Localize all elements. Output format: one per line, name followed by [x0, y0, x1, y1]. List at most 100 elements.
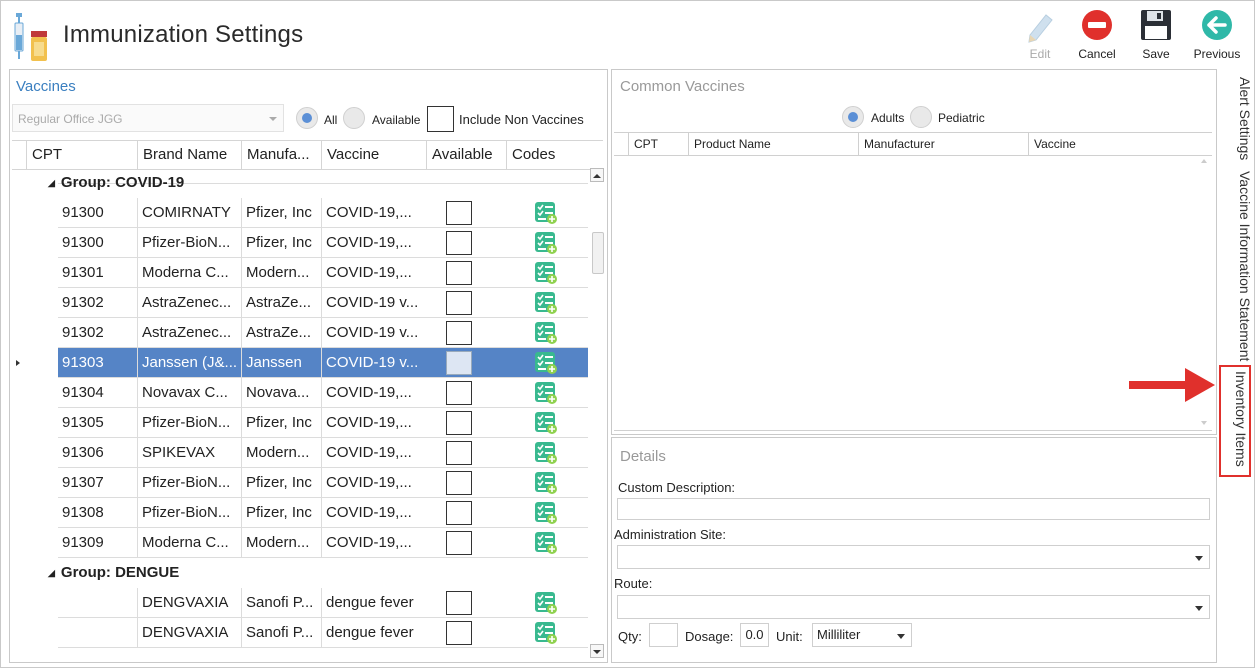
- brand-name-cell: Moderna C...: [137, 258, 241, 287]
- administration-site-label: Administration Site:: [614, 527, 726, 542]
- available-checkbox[interactable]: [446, 231, 472, 255]
- table-row[interactable]: 91302 AstraZenec... AstraZe... COVID-19 v..…: [58, 288, 588, 318]
- checklist-add-icon[interactable]: [534, 441, 558, 465]
- administration-site-select[interactable]: [617, 545, 1210, 569]
- vaccine-cell: COVID-19 v...: [321, 288, 425, 317]
- checklist-add-icon[interactable]: [534, 231, 558, 255]
- table-row[interactable]: 91300 Pfizer-BioN... Pfizer, Inc COVID-19,.…: [58, 228, 588, 258]
- pediatric-radio[interactable]: [910, 106, 932, 128]
- pediatric-label: Pediatric: [938, 111, 985, 125]
- floppy-disk-icon: [1141, 10, 1171, 40]
- available-checkbox[interactable]: [446, 591, 472, 615]
- checklist-add-icon[interactable]: [534, 501, 558, 525]
- table-row[interactable]: DENGVAXIA Sanofi P... dengue fever: [58, 618, 588, 648]
- available-checkbox[interactable]: [446, 381, 472, 405]
- tab-vaccine-information-statement[interactable]: Vaccine Information Statement: [1217, 167, 1253, 363]
- checklist-add-icon[interactable]: [534, 261, 558, 285]
- include-non-vaccines-checkbox[interactable]: [427, 106, 454, 132]
- ccol-manufacturer[interactable]: Manufacturer: [858, 133, 1028, 155]
- previous-button[interactable]: Previous: [1189, 9, 1245, 65]
- office-select[interactable]: Regular Office JGG: [12, 104, 284, 132]
- filter-available-radio[interactable]: [343, 107, 365, 129]
- col-available[interactable]: Available: [426, 141, 506, 169]
- col-codes[interactable]: Codes: [506, 141, 590, 169]
- col-manufacturer[interactable]: Manufa...: [241, 141, 321, 169]
- group-header[interactable]: ◢ Group: DENGUE: [12, 558, 589, 588]
- common-vaccines-panel: Common Vaccines Adults Pediatric CPT Pro…: [611, 69, 1217, 435]
- adults-radio[interactable]: [842, 106, 864, 128]
- checklist-add-icon[interactable]: [534, 531, 558, 555]
- unit-value: Milliliter: [817, 627, 861, 642]
- available-checkbox[interactable]: [446, 291, 472, 315]
- vaccine-cell: COVID-19 v...: [321, 348, 425, 377]
- route-select[interactable]: [617, 595, 1210, 619]
- table-row[interactable]: 91306 SPIKEVAX Modern... COVID-19,...: [58, 438, 588, 468]
- checklist-add-icon[interactable]: [534, 381, 558, 405]
- checklist-add-icon[interactable]: [534, 411, 558, 435]
- scroll-thumb[interactable]: [592, 232, 604, 274]
- tab-inventory-items[interactable]: Inventory Items: [1219, 365, 1251, 477]
- available-checkbox[interactable]: [446, 411, 472, 435]
- available-checkbox[interactable]: [446, 621, 472, 645]
- available-checkbox[interactable]: [446, 471, 472, 495]
- checklist-add-icon[interactable]: [534, 321, 558, 345]
- qty-input[interactable]: [649, 623, 678, 647]
- vaccines-panel: Vaccines Regular Office JGG All Availabl…: [9, 69, 608, 663]
- table-row[interactable]: 91301 Moderna C... Modern... COVID-19,...: [58, 258, 588, 288]
- edit-button[interactable]: Edit: [1012, 9, 1068, 65]
- table-row[interactable]: 91300 COMIRNATY Pfizer, Inc COVID-19,...: [58, 198, 588, 228]
- custom-description-input[interactable]: [617, 498, 1210, 520]
- manufacturer-cell: Sanofi P...: [241, 618, 321, 647]
- table-row[interactable]: DENGVAXIA Sanofi P... dengue fever: [58, 588, 588, 618]
- available-checkbox[interactable]: [446, 441, 472, 465]
- table-row[interactable]: 91304 Novavax C... Novava... COVID-19,...: [58, 378, 588, 408]
- checklist-add-icon[interactable]: [534, 201, 558, 225]
- available-checkbox[interactable]: [446, 351, 472, 375]
- group-header[interactable]: ◢ Group: COVID-19: [12, 168, 589, 198]
- available-checkbox[interactable]: [446, 501, 472, 525]
- scroll-down-arrow[interactable]: [590, 644, 604, 658]
- vaccine-cell: COVID-19,...: [321, 258, 425, 287]
- vaccine-cell: COVID-19,...: [321, 378, 425, 407]
- cpt-cell: 91303: [62, 354, 104, 371]
- table-row[interactable]: 91308 Pfizer-BioN... Pfizer, Inc COVID-19,.…: [58, 498, 588, 528]
- available-checkbox[interactable]: [446, 531, 472, 555]
- available-checkbox[interactable]: [446, 261, 472, 285]
- dosage-input[interactable]: 0.0: [740, 623, 769, 647]
- available-checkbox[interactable]: [446, 201, 472, 225]
- filter-all-radio[interactable]: [296, 107, 318, 129]
- ccol-vaccine[interactable]: Vaccine: [1028, 133, 1212, 155]
- manufacturer-cell: Pfizer, Inc: [241, 498, 321, 527]
- cancel-icon: [1082, 10, 1112, 40]
- checklist-add-icon[interactable]: [534, 471, 558, 495]
- checklist-add-icon[interactable]: [534, 621, 558, 645]
- vaccines-scrollbar[interactable]: [590, 168, 605, 660]
- checklist-add-icon[interactable]: [534, 351, 558, 375]
- tab-alert-settings[interactable]: Alert Settings: [1217, 73, 1253, 163]
- table-row[interactable]: 91305 Pfizer-BioN... Pfizer, Inc COVID-19,.…: [58, 408, 588, 438]
- cancel-button[interactable]: Cancel: [1069, 9, 1125, 65]
- brand-name-cell: Pfizer-BioN...: [137, 228, 241, 257]
- manufacturer-cell: Pfizer, Inc: [241, 228, 321, 257]
- manufacturer-cell: Novava...: [241, 378, 321, 407]
- checklist-add-icon[interactable]: [534, 591, 558, 615]
- table-row[interactable]: 91307 Pfizer-BioN... Pfizer, Inc COVID-19,.…: [58, 468, 588, 498]
- col-cpt[interactable]: CPT: [26, 141, 139, 169]
- collapse-triangle-icon[interactable]: ◢: [48, 558, 55, 588]
- ccol-cpt[interactable]: CPT: [628, 133, 688, 155]
- available-checkbox[interactable]: [446, 321, 472, 345]
- save-button[interactable]: Save: [1128, 9, 1184, 65]
- office-select-value: Regular Office JGG: [18, 112, 123, 126]
- unit-select[interactable]: Milliliter: [812, 623, 912, 647]
- table-row[interactable]: 91309 Moderna C... Modern... COVID-19,...: [58, 528, 588, 558]
- group-label: Group: COVID-19: [60, 174, 185, 191]
- collapse-triangle-icon[interactable]: ◢: [48, 168, 55, 198]
- table-row[interactable]: 91303 Janssen (J&... Janssen COVID-19 v...: [58, 348, 588, 378]
- scroll-up-arrow[interactable]: [590, 168, 604, 182]
- col-vaccine[interactable]: Vaccine: [321, 141, 426, 169]
- checklist-add-icon[interactable]: [534, 291, 558, 315]
- col-brand-name[interactable]: Brand Name: [137, 141, 241, 169]
- ccol-product-name[interactable]: Product Name: [688, 133, 858, 155]
- current-row-indicator: [16, 360, 20, 366]
- table-row[interactable]: 91302 AstraZenec... AstraZe... COVID-19 v..…: [58, 318, 588, 348]
